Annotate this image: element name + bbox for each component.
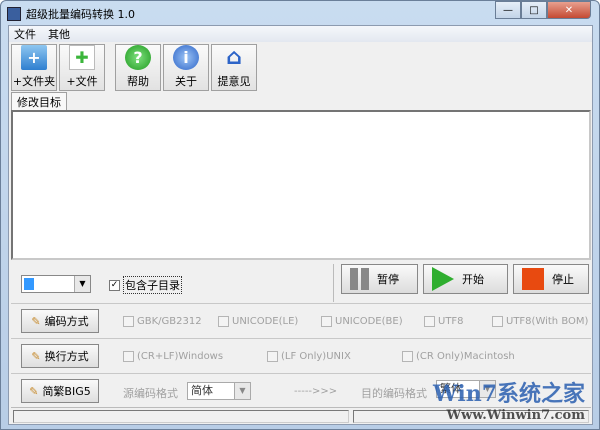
- option-utf8[interactable]: UTF8: [424, 316, 464, 327]
- pencil-icon: ✎: [31, 314, 41, 328]
- watermark-url: Www.Winwin7.com: [446, 408, 585, 423]
- folder-add-icon: +: [21, 45, 47, 70]
- pause-label: 暂停: [377, 273, 399, 286]
- toolbar: + +文件夹 ✚ +文件 ? 帮助 i 关于 ⌂ 提意见: [11, 44, 257, 91]
- option-utf8-bom[interactable]: UTF8(With BOM): [492, 316, 588, 327]
- add-folder-label: +文件夹: [12, 75, 56, 88]
- help-label: 帮助: [127, 75, 149, 88]
- big5-button[interactable]: ✎ 简繁BIG5: [21, 379, 99, 403]
- target-list[interactable]: [11, 110, 591, 260]
- stop-icon: [522, 268, 544, 290]
- newline-label: 换行方式: [44, 350, 89, 363]
- feedback-button[interactable]: ⌂ 提意见: [211, 44, 257, 91]
- home-icon: ⌂: [226, 45, 242, 70]
- add-file-label: +文件: [66, 75, 98, 88]
- menu-file[interactable]: 文件: [14, 26, 36, 42]
- help-button[interactable]: ? 帮助: [115, 44, 161, 91]
- chevron-down-icon: ▼: [74, 276, 90, 292]
- app-window: 超级批量编码转换 1.0 — □ ✕ 文件 其他 + +文件夹 ✚ +文件 ? 帮助 …: [0, 0, 600, 430]
- drive-combo[interactable]: ▼: [21, 275, 91, 293]
- help-icon: ?: [125, 45, 151, 70]
- minimize-button[interactable]: —: [495, 1, 521, 19]
- about-label: 关于: [175, 75, 197, 88]
- option-lf[interactable]: (LF Only)UNIX: [267, 351, 351, 362]
- tab-target[interactable]: 修改目标: [11, 92, 67, 111]
- watermark: Win7系统之家 Www.Winwin7.com: [433, 376, 585, 423]
- client-area: 文件 其他 + +文件夹 ✚ +文件 ? 帮助 i 关于 ⌂ 提意见 修改目标 ▼ ✓ 包含…: [8, 25, 593, 425]
- pencil-icon: ✎: [29, 384, 39, 398]
- big5-label: 简繁BIG5: [42, 385, 91, 398]
- source-encoding-label: 源编码格式: [123, 387, 178, 400]
- pause-button[interactable]: 暂停: [341, 264, 418, 294]
- menu-other[interactable]: 其他: [48, 26, 70, 42]
- feedback-label: 提意见: [217, 75, 251, 88]
- title-bar: 超级批量编码转换 1.0: [7, 5, 135, 23]
- stop-button[interactable]: 停止: [513, 264, 589, 294]
- newline-button[interactable]: ✎ 换行方式: [21, 344, 99, 368]
- start-button[interactable]: 开始: [423, 264, 508, 294]
- add-folder-button[interactable]: + +文件夹: [11, 44, 57, 91]
- source-encoding-select[interactable]: 简体 ▼: [187, 382, 251, 400]
- info-icon: i: [173, 45, 199, 70]
- file-add-icon: ✚: [69, 45, 95, 70]
- arrow-text: ----->>>: [294, 386, 338, 397]
- include-subdirs-checkbox[interactable]: ✓ 包含子目录: [109, 276, 182, 294]
- encoding-button[interactable]: ✎ 编码方式: [21, 309, 99, 333]
- include-subdirs-label: 包含子目录: [123, 276, 182, 294]
- option-unicode-le[interactable]: UNICODE(LE): [218, 316, 298, 327]
- target-encoding-label: 目的编码格式: [361, 387, 427, 400]
- start-label: 开始: [462, 273, 484, 286]
- close-button[interactable]: ✕: [547, 1, 591, 19]
- option-crlf[interactable]: (CR+LF)Windows: [123, 351, 223, 362]
- watermark-title: Win7系统之家: [433, 381, 585, 407]
- add-file-button[interactable]: ✚ +文件: [59, 44, 105, 91]
- chevron-down-icon: ▼: [234, 383, 250, 399]
- window-title: 超级批量编码转换 1.0: [26, 8, 135, 21]
- pencil-icon: ✎: [31, 349, 41, 363]
- about-button[interactable]: i 关于: [163, 44, 209, 91]
- encoding-label: 编码方式: [44, 315, 89, 328]
- checkbox-icon: ✓: [109, 279, 120, 291]
- maximize-button[interactable]: □: [521, 1, 547, 19]
- stop-label: 停止: [552, 273, 574, 286]
- option-gbk[interactable]: GBK/GB2312: [123, 316, 202, 327]
- option-unicode-be[interactable]: UNICODE(BE): [321, 316, 403, 327]
- play-icon: [432, 267, 454, 291]
- app-icon: [7, 7, 21, 21]
- menu-bar: 文件 其他: [9, 26, 592, 42]
- status-pane-1: [13, 410, 349, 423]
- pause-icon: [350, 268, 369, 290]
- option-cr[interactable]: (CR Only)Macintosh: [402, 351, 515, 362]
